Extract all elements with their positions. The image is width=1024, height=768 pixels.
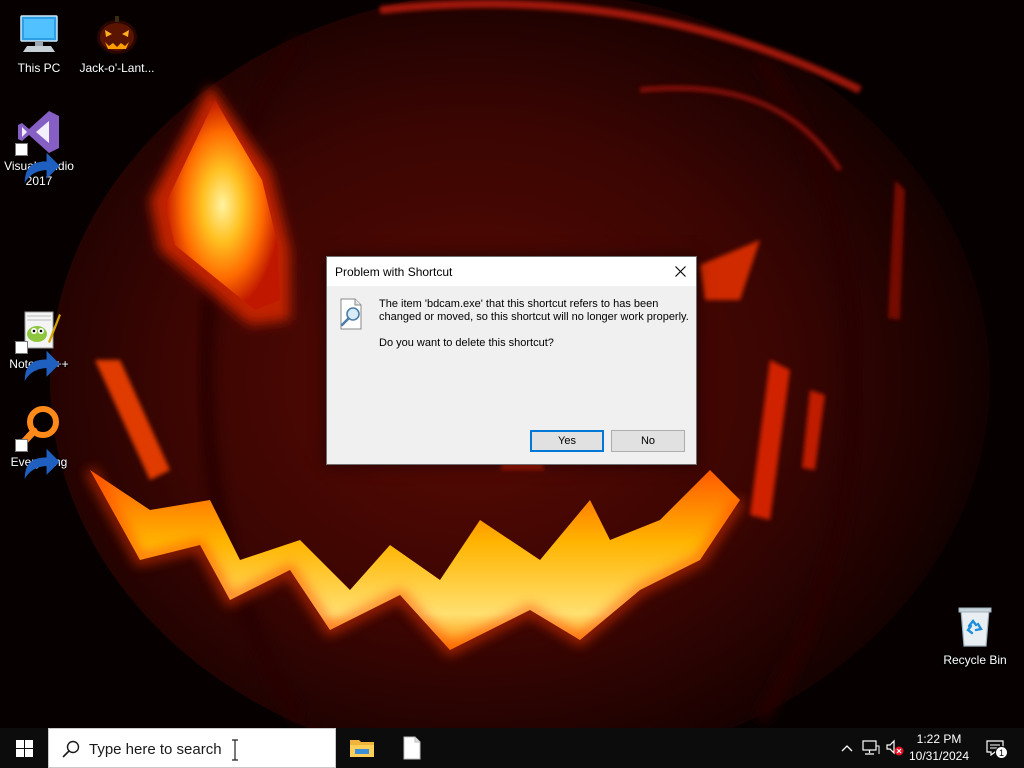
computer-icon: [15, 10, 63, 58]
visual-studio-icon: [15, 108, 63, 184]
shortcut-arrow-icon: [15, 439, 60, 480]
yes-button[interactable]: Yes: [530, 430, 604, 452]
desktop-icon-this-pc[interactable]: This PC: [1, 10, 77, 76]
show-hidden-icons-button[interactable]: [838, 728, 856, 768]
shortcut-arrow-icon: [15, 341, 60, 382]
taskbar-blank-document[interactable]: [387, 728, 435, 768]
dialog-message-line: The item 'bdcam.exe' that this shortcut …: [379, 298, 659, 310]
search-placeholder: Type here to search: [89, 741, 222, 758]
notification-icon: 1: [986, 740, 1008, 759]
desktop-icon-jack-o-lantern[interactable]: Jack-o'-Lant...: [79, 10, 155, 76]
search-icon: [62, 740, 80, 758]
desktop-icon-notepad-plus-plus[interactable]: Notepad++: [1, 306, 77, 382]
taskbar: Type here to search 1:22 PM 10/31/2024 1: [0, 728, 1024, 768]
shortcut-arrow-icon: [15, 143, 60, 184]
text-cursor-icon: [232, 739, 238, 761]
taskbar-clock[interactable]: 1:22 PM 10/31/2024: [902, 731, 976, 765]
desktop-icon-visual-studio[interactable]: Visual Studio 2017: [1, 108, 77, 189]
close-icon: [675, 266, 686, 277]
pumpkin-icon: [93, 10, 141, 58]
dialog-message: The item 'bdcam.exe' that this shortcut …: [379, 298, 691, 324]
everything-search-icon: [15, 404, 63, 480]
problem-with-shortcut-dialog: Problem with Shortcut The item 'bdcam.ex…: [326, 256, 697, 465]
desktop-icon-label: Jack-o'-Lant...: [79, 61, 155, 75]
desktop-icon-label: This PC: [17, 61, 61, 75]
desktop-icon-recycle-bin[interactable]: Recycle Bin: [937, 602, 1013, 668]
notepad-plus-plus-icon: [15, 306, 63, 382]
action-center-button[interactable]: 1: [980, 728, 1010, 768]
desktop-icon-label: Recycle Bin: [943, 653, 1007, 667]
windows-logo-icon: [15, 739, 33, 757]
dialog-message-line: changed or moved, so this shortcut will …: [379, 311, 689, 323]
recycle-bin-icon: [951, 602, 999, 650]
broken-shortcut-search-icon: [340, 298, 362, 330]
dialog-question: Do you want to delete this shortcut?: [379, 337, 554, 349]
network-tray-button[interactable]: [860, 728, 882, 768]
desktop-icon-everything[interactable]: Everything: [1, 404, 77, 480]
taskbar-file-explorer[interactable]: [338, 728, 386, 768]
blank-document-icon: [403, 736, 421, 760]
dialog-title: Problem with Shortcut: [335, 265, 453, 279]
start-button[interactable]: [0, 728, 48, 768]
clock-date: 10/31/2024: [908, 749, 970, 763]
chevron-up-icon: [841, 745, 853, 752]
notification-count-badge: 1: [995, 746, 1008, 759]
network-icon: [862, 740, 880, 755]
close-button[interactable]: [665, 257, 696, 286]
dialog-title-bar[interactable]: Problem with Shortcut: [327, 257, 696, 286]
taskbar-search-box[interactable]: Type here to search: [48, 728, 336, 768]
no-button[interactable]: No: [611, 430, 685, 452]
file-explorer-icon: [350, 740, 374, 757]
clock-time: 1:22 PM: [916, 732, 962, 746]
